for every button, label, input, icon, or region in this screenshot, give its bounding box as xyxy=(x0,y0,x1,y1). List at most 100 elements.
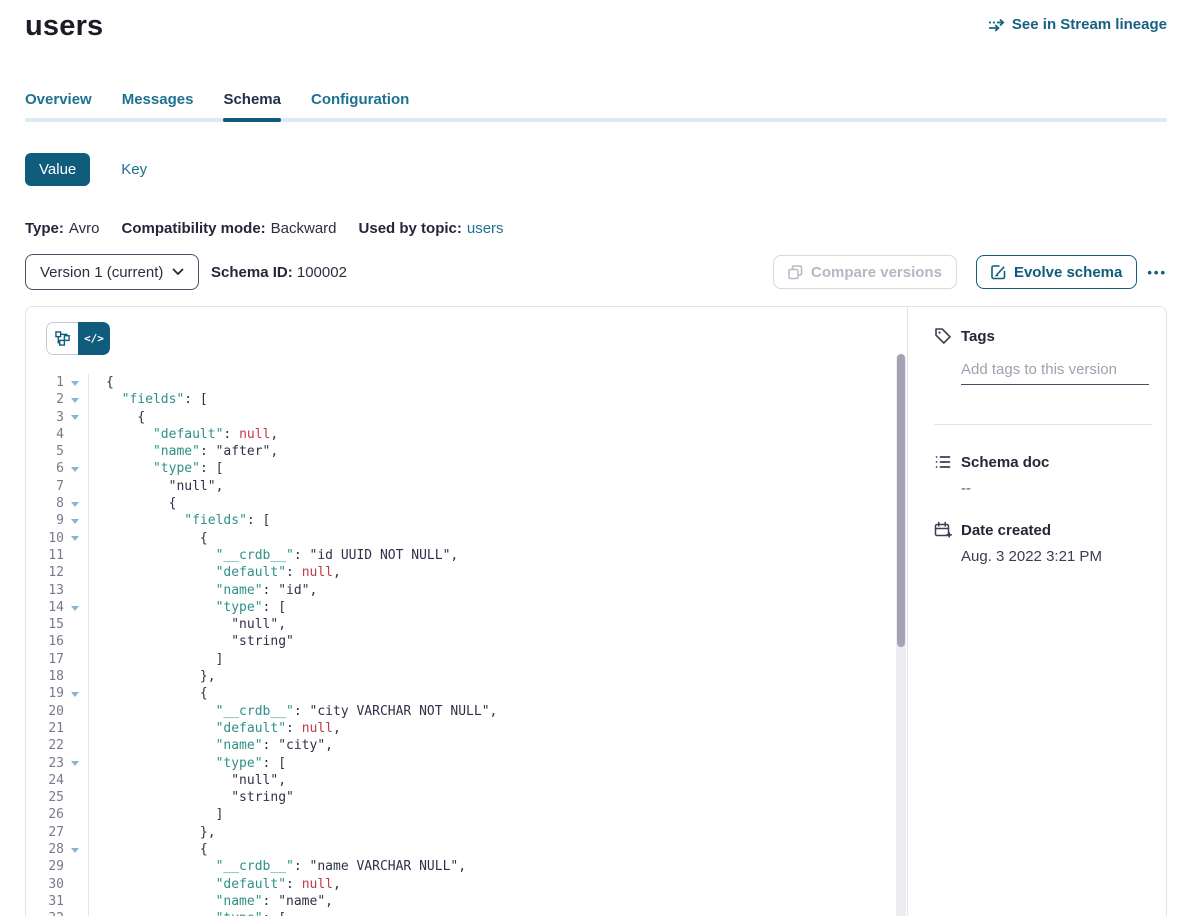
chevron-down-icon xyxy=(172,268,184,276)
code-line: 32 "type": [ xyxy=(26,910,907,916)
fold-toggle-icon[interactable] xyxy=(71,519,79,524)
line-number: 29 xyxy=(26,858,64,875)
line-number: 31 xyxy=(26,893,64,910)
fold-toggle-icon[interactable] xyxy=(71,761,79,766)
code-line-text: }, xyxy=(89,824,216,841)
code-line-text: "string" xyxy=(89,633,294,650)
meta-type-value: Avro xyxy=(69,220,100,237)
line-number: 24 xyxy=(26,772,64,789)
meta-compat-label: Compatibility mode: xyxy=(121,220,265,237)
code-line: 4 "default": null, xyxy=(26,426,907,443)
evolve-schema-label: Evolve schema xyxy=(1014,264,1122,281)
line-number: 6 xyxy=(26,460,64,477)
schema-id: Schema ID: 100002 xyxy=(211,264,347,281)
code-line-text: "type": [ xyxy=(89,910,286,916)
line-number: 13 xyxy=(26,582,64,599)
fold-toggle-icon[interactable] xyxy=(71,692,79,697)
key-toggle-link[interactable]: Key xyxy=(121,161,147,178)
code-line: 14 "type": [ xyxy=(26,599,907,616)
fold-toggle-icon[interactable] xyxy=(71,467,79,472)
code-line-text: "type": [ xyxy=(89,755,286,772)
tree-view-button[interactable] xyxy=(46,322,78,355)
line-number: 15 xyxy=(26,616,64,633)
schema-id-value: 100002 xyxy=(297,264,347,281)
editor-scrollbar-track[interactable] xyxy=(896,354,906,916)
version-select-value: Version 1 (current) xyxy=(40,264,163,281)
code-line-text: { xyxy=(89,841,208,858)
code-line: 7 "null", xyxy=(26,478,907,495)
code-line: 9 "fields": [ xyxy=(26,512,907,529)
editor-scrollbar-thumb[interactable] xyxy=(897,354,905,647)
page-title: users xyxy=(25,8,103,44)
code-line: 30 "default": null, xyxy=(26,876,907,893)
add-tags-input[interactable] xyxy=(961,359,1149,385)
fold-toggle-icon[interactable] xyxy=(71,606,79,611)
code-line-text: "fields": [ xyxy=(89,512,270,529)
code-line: 12 "default": null, xyxy=(26,564,907,581)
code-line: 19 { xyxy=(26,685,907,702)
line-number: 10 xyxy=(26,530,64,547)
more-options-button[interactable]: ••• xyxy=(1147,265,1167,280)
compare-versions-label: Compare versions xyxy=(811,264,942,281)
schema-doc-title: Schema doc xyxy=(961,454,1049,471)
code-line: 3 { xyxy=(26,409,907,426)
compare-icon xyxy=(788,265,803,280)
code-line-text: "type": [ xyxy=(89,599,286,616)
line-number: 20 xyxy=(26,703,64,720)
code-line-text: "name": "city", xyxy=(89,737,333,754)
code-line: 2 "fields": [ xyxy=(26,391,907,408)
code-line-text: { xyxy=(89,374,114,391)
date-created-value: Aug. 3 2022 3:21 PM xyxy=(961,548,1152,565)
evolve-schema-button[interactable]: Evolve schema xyxy=(976,255,1137,289)
stream-lineage-link[interactable]: See in Stream lineage xyxy=(988,16,1167,33)
calendar-icon xyxy=(934,521,952,539)
fold-toggle-icon[interactable] xyxy=(71,848,79,853)
line-number: 18 xyxy=(26,668,64,685)
code-line: 31 "name": "name", xyxy=(26,893,907,910)
compare-versions-button[interactable]: Compare versions xyxy=(773,255,957,289)
line-number: 26 xyxy=(26,806,64,823)
stream-lineage-icon xyxy=(988,17,1005,33)
line-number: 19 xyxy=(26,685,64,702)
fold-toggle-icon[interactable] xyxy=(71,536,79,541)
code-line-text: "default": null, xyxy=(89,876,341,893)
code-line-text: "null", xyxy=(89,616,286,633)
version-select[interactable]: Version 1 (current) xyxy=(25,254,199,290)
line-number: 14 xyxy=(26,599,64,616)
tags-section: Tags xyxy=(934,327,1152,425)
code-view-button[interactable]: </> xyxy=(78,322,110,355)
meta-topic-label: Used by topic: xyxy=(359,220,462,237)
code-line-text: "default": null, xyxy=(89,720,341,737)
meta-type: Type: Avro xyxy=(25,220,99,237)
line-number: 25 xyxy=(26,789,64,806)
fold-toggle-icon[interactable] xyxy=(71,502,79,507)
code-line-text: "default": null, xyxy=(89,564,341,581)
meta-topic-link[interactable]: users xyxy=(467,220,504,237)
fold-toggle-icon[interactable] xyxy=(71,381,79,386)
code-line: 28 { xyxy=(26,841,907,858)
code-line: 5 "name": "after", xyxy=(26,443,907,460)
code-line-text: "null", xyxy=(89,772,286,789)
code-line-text: "fields": [ xyxy=(89,391,208,408)
line-number: 3 xyxy=(26,409,64,426)
tag-icon xyxy=(934,327,952,345)
code-line-text: }, xyxy=(89,668,216,685)
schema-doc-section: Schema doc -- xyxy=(934,453,1152,497)
code-line: 6 "type": [ xyxy=(26,460,907,477)
code-line: 16 "string" xyxy=(26,633,907,650)
tab-schema[interactable]: Schema xyxy=(223,91,281,122)
line-number: 30 xyxy=(26,876,64,893)
fold-toggle-icon[interactable] xyxy=(71,398,79,403)
code-line-text: { xyxy=(89,685,208,702)
page-header: users See in Stream lineage xyxy=(25,8,1167,44)
code-line-text: { xyxy=(89,495,176,512)
code-line: 26 ] xyxy=(26,806,907,823)
stream-lineage-label: See in Stream lineage xyxy=(1012,16,1167,33)
meta-compat-value: Backward xyxy=(271,220,337,237)
schema-kind-toggle: Value Key xyxy=(25,153,1167,186)
code-line-text: "name": "id", xyxy=(89,582,317,599)
sidebar-divider xyxy=(934,424,1152,425)
fold-toggle-icon[interactable] xyxy=(71,415,79,420)
code-line-text: "type": [ xyxy=(89,460,223,477)
value-toggle-button[interactable]: Value xyxy=(25,153,90,186)
